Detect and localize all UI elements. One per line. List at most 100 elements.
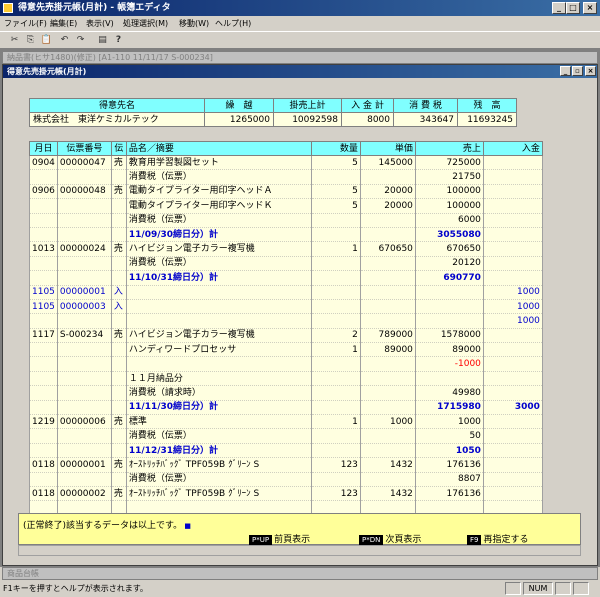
menu-move[interactable]: 移動(W) <box>179 16 209 31</box>
date-cell <box>29 400 58 416</box>
respecify-key[interactable]: F9 再指定する <box>467 532 529 545</box>
item-cell: 消費税（請求時） <box>125 385 312 401</box>
ledger-row[interactable]: 消費税（伝票） 21750 <box>29 169 543 185</box>
cut-icon[interactable]: ✂ <box>8 34 21 47</box>
app-icon[interactable] <box>3 3 13 13</box>
ledger-row[interactable]: 1105 00000003 入 1000 <box>29 299 543 315</box>
ledger-row[interactable]: 11/11/30締日分）計 1715980 3000 <box>29 400 543 416</box>
ledger-row[interactable]: 0904 00000047 売教育用学習製図セット 5 145000 725000 <box>29 155 543 171</box>
header-col-tax: 消 費 税 <box>393 98 458 113</box>
minimize-button[interactable]: _ <box>552 2 566 14</box>
unit-price-cell: 20000 <box>359 184 416 200</box>
sales-cell: 6000 <box>414 213 484 228</box>
ledger-row[interactable]: 11/09/30締日分）計 3055080 <box>29 227 543 243</box>
qty-cell <box>310 256 361 272</box>
sales-cell: 3055080 <box>414 227 484 243</box>
toolbar: ✂ ⎘ 📋 ↶ ↷ ▤ ? <box>0 31 600 49</box>
menu-edit[interactable]: 編集(E) <box>50 16 77 31</box>
sales-cell <box>414 371 484 387</box>
menu-view[interactable]: 表示(V) <box>86 16 114 31</box>
redo-icon[interactable]: ↷ <box>74 34 87 47</box>
carryover-value: 1265000 <box>204 112 274 127</box>
sales-cell: 1715980 <box>414 400 484 416</box>
ledger-row[interactable]: 消費税（伝票） 8807 <box>29 472 543 487</box>
slip-no-cell <box>56 385 112 401</box>
ledger-row[interactable]: -1000 <box>29 356 543 372</box>
ledger-row[interactable]: 消費税（伝票） 20120 <box>29 256 543 272</box>
slip-no-cell <box>56 213 112 228</box>
payment-cell <box>482 155 543 171</box>
payment-cell <box>482 198 543 214</box>
qty-cell: 1 <box>310 414 361 430</box>
menu-help[interactable]: ヘルプ(H) <box>215 16 251 31</box>
window-title: 得意先売掛元帳(月計) - 帳簿エディタ <box>18 3 171 13</box>
ledger-row[interactable]: 消費税（伝票） 6000 <box>29 213 543 228</box>
qty-cell <box>310 443 361 459</box>
header-col-payment-total: 入 金 計 <box>341 98 394 113</box>
sales-cell: 1578000 <box>414 328 484 344</box>
qty-cell <box>310 428 361 444</box>
ledger-row[interactable]: 11/12/31締日分）計 1050 <box>29 443 543 459</box>
ledger-row[interactable]: 消費税（伝票） 50 <box>29 428 543 444</box>
ledger-row[interactable]: 0118 00000001 売ｵｰｽﾄﾘｯﾁﾊﾞｯｸﾞ TPF059B ｸﾞﾘｰﾝ … <box>29 457 543 473</box>
ledger-row[interactable]: 1219 00000006 売標準 1 1000 1000 <box>29 414 543 430</box>
slip-type-cell <box>110 198 127 214</box>
minimized-window-title: 納品書(ヒサ1480)(修正) [A1-110 11/11/17 S-00023… <box>7 53 213 62</box>
sales-cell: 690770 <box>414 270 484 286</box>
print-icon[interactable]: ▤ <box>96 34 109 47</box>
child-minimize-button[interactable]: _ <box>560 66 571 76</box>
ledger-row[interactable]: 0906 00000048 売電動タイプライター用印字ヘッドＡ 5 20000 10000… <box>29 184 543 200</box>
ledger-row[interactable]: 0118 00000002 売ｵｰｽﾄﾘｯﾁﾊﾞｯｸﾞ TPF059B ｸﾞﾘｰﾝ … <box>29 486 543 502</box>
maximize-button[interactable]: □ <box>566 2 580 14</box>
payment-cell <box>482 472 543 487</box>
ledger-row[interactable]: 1000 <box>29 313 543 329</box>
header-col-customer: 得意先名 <box>29 98 205 113</box>
slip-type-cell <box>110 385 127 401</box>
minimized-window-product-ledger[interactable]: 商品台帳 <box>2 567 598 580</box>
sales-cell: 49980 <box>414 385 484 401</box>
ledger-row[interactable]: 消費税（請求時） 49980 <box>29 385 543 401</box>
item-cell: 教育用学習製図セット <box>125 155 312 171</box>
slip-no-cell <box>56 169 112 185</box>
slip-type-cell: 売 <box>110 457 127 473</box>
close-button[interactable]: × <box>583 2 597 14</box>
date-cell <box>29 428 58 444</box>
horizontal-scrollbar[interactable] <box>18 545 581 556</box>
child-restore-button[interactable]: ▫ <box>572 66 583 76</box>
unit-price-cell <box>359 428 416 444</box>
help-icon[interactable]: ? <box>112 34 125 47</box>
date-cell <box>29 227 58 243</box>
unit-price-cell <box>359 385 416 401</box>
date-cell <box>29 270 58 286</box>
date-cell <box>29 371 58 387</box>
minimized-window-delivery-note[interactable]: 納品書(ヒサ1480)(修正) [A1-110 11/11/17 S-00023… <box>2 51 598 64</box>
payment-cell <box>482 328 543 344</box>
next-page-key[interactable]: P*DN 次頁表示 <box>359 532 421 545</box>
slip-no-cell: 00000001 <box>56 285 112 300</box>
prev-page-key[interactable]: P*UP 前頁表示 <box>249 532 310 545</box>
slip-type-cell <box>110 227 127 243</box>
balance-value: 11693245 <box>457 112 517 127</box>
ledger-row[interactable]: ハンディワードプロセッサ 1 89000 89000 <box>29 342 543 358</box>
menu-file[interactable]: ファイル(F) <box>4 16 47 31</box>
date-cell <box>29 443 58 459</box>
copy-icon[interactable]: ⎘ <box>24 34 37 47</box>
status-panel-caps <box>505 582 521 595</box>
child-close-button[interactable]: × <box>585 66 596 76</box>
ledger-row[interactable]: １１月納品分 <box>29 371 543 387</box>
slip-type-cell: 入 <box>110 285 127 300</box>
ledger-row[interactable]: 電動タイプライター用印字ヘッドＫ 5 20000 100000 <box>29 198 543 214</box>
message-panel: (正常終了)該当するデータは以上です。 ■ P*UP 前頁表示 P*DN 次頁表示 … <box>18 513 581 545</box>
payment-cell <box>482 270 543 286</box>
payment-cell <box>482 227 543 243</box>
item-cell: ハンディワードプロセッサ <box>125 342 312 358</box>
undo-icon[interactable]: ↶ <box>58 34 71 47</box>
menu-process[interactable]: 処理選択(M) <box>123 16 168 31</box>
ledger-row[interactable]: 11/10/31締日分）計 690770 <box>29 270 543 286</box>
ledger-row[interactable]: 1117 S-000234 売ハイビジョン電子カラー複写機 2 789000 157800… <box>29 328 543 344</box>
item-cell: ハイビジョン電子カラー複写機 <box>125 241 312 257</box>
ledger-row[interactable]: 1105 00000001 入 1000 <box>29 285 543 300</box>
paste-icon[interactable]: 📋 <box>40 34 53 47</box>
ledger-row[interactable]: 1013 00000024 売ハイビジョン電子カラー複写機 1 670650 670650 <box>29 241 543 257</box>
slip-no-cell: 00000002 <box>56 486 112 502</box>
